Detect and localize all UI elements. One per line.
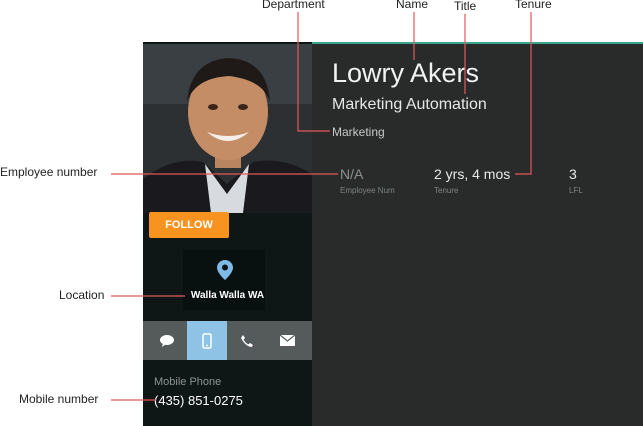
callout-leader-lines: [111, 12, 532, 401]
leader-line-tenure: [515, 12, 532, 175]
leader-line-department: [297, 12, 330, 132]
